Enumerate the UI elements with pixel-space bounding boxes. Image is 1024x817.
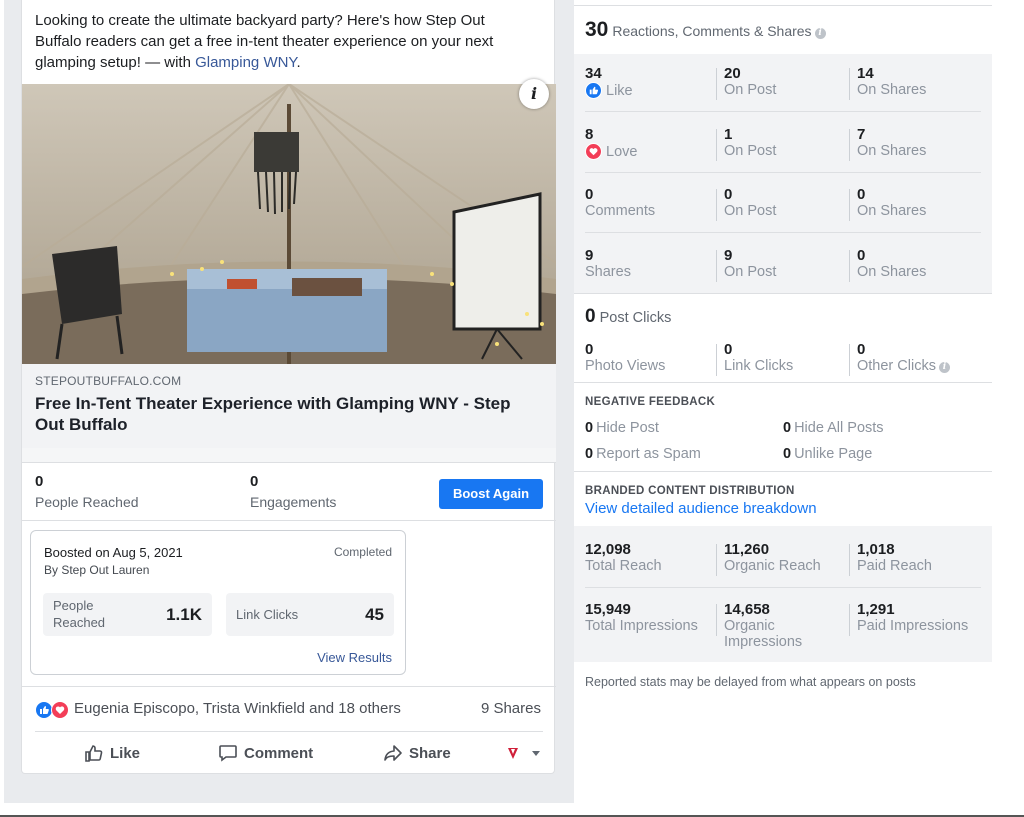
share-icon (384, 745, 402, 761)
reaction-stat: 9 On Post (724, 247, 777, 281)
divider (35, 731, 543, 732)
reaction-stat: 1 On Post (724, 126, 777, 160)
info-icon[interactable]: i (814, 28, 826, 39)
reaction-stat: 14 On Shares (857, 65, 927, 99)
column-separator (849, 250, 850, 282)
divider (574, 382, 992, 383)
engagements-metric: 0 Engagements (250, 473, 337, 510)
report-spam-stat: 0 Report as Spam (585, 446, 701, 462)
share-button[interactable]: Share (383, 742, 451, 764)
tent-photo (22, 84, 556, 364)
column-separator (716, 250, 717, 282)
info-icon[interactable]: i (519, 79, 549, 109)
love-icon (585, 143, 602, 160)
reactors-link[interactable]: Eugenia Episcopo, Trista Winkfield and 1… (74, 700, 401, 717)
hide-post-stat: 0 Hide Post (585, 420, 659, 436)
post-card: Looking to create the ultimate backyard … (21, 0, 556, 774)
reaction-stat: 20 On Post (724, 65, 777, 99)
divider (574, 5, 992, 6)
reaction-stat: 0 On Post (724, 186, 777, 220)
divider (22, 686, 556, 687)
reach-stat: 1,018 Paid Reach (857, 541, 932, 575)
reaction-stat: 0 On Shares (857, 247, 927, 281)
comment-icon (219, 745, 237, 762)
link-title[interactable]: Free In-Tent Theater Experience with Gla… (35, 393, 535, 435)
impressions-stat: 14,658 Organic Impressions (724, 601, 803, 651)
insights-header: 30 Reactions, Comments & Shares i (585, 18, 826, 42)
thumbs-up-icon (85, 745, 103, 762)
reaction-stat: 7 On Shares (857, 126, 927, 160)
love-reaction-icon[interactable] (51, 701, 69, 719)
view-results-link[interactable]: View Results (317, 650, 392, 665)
column-separator (849, 544, 850, 576)
reaction-stat: 34 Like (585, 65, 633, 99)
reach-stat: 11,260 Organic Reach (724, 541, 821, 575)
boost-again-button[interactable]: Boost Again (439, 479, 543, 509)
negative-feedback-heading: NEGATIVE FEEDBACK (585, 396, 716, 408)
column-separator (716, 344, 717, 376)
like-button[interactable]: Like (84, 742, 140, 764)
link-domain: STEPOUTBUFFALO.COM (35, 374, 182, 388)
column-separator (716, 604, 717, 636)
impressions-stat: 1,291 Paid Impressions (857, 601, 969, 635)
comment-button[interactable]: Comment (218, 742, 313, 764)
link-preview[interactable]: STEPOUTBUFFALO.COM Free In-Tent Theater … (22, 364, 556, 449)
divider (585, 232, 981, 233)
audience-breakdown-link[interactable]: View detailed audience breakdown (585, 500, 817, 517)
reaction-stat: 9 Shares (585, 247, 631, 281)
column-separator (716, 68, 717, 100)
column-separator (849, 68, 850, 100)
click-stat: 0 Photo Views (585, 341, 666, 375)
people-reached-metric: 0 People Reached (35, 473, 139, 510)
post-clicks-header: 0 Post Clicks (585, 306, 672, 327)
post-photo[interactable] (22, 84, 556, 364)
like-icon (585, 82, 602, 99)
reactions-breakdown (574, 54, 992, 293)
caret-down-icon (532, 751, 540, 756)
reaction-stat: 0 Comments (585, 186, 656, 220)
reaction-stat: 8 Love (585, 126, 638, 160)
impressions-stat: 15,949 Total Impressions (585, 601, 698, 635)
shares-count-link[interactable]: 9 Shares (481, 700, 541, 717)
divider (585, 587, 981, 588)
click-stat: 0 Other Clicks i (857, 342, 950, 374)
footnote: Reported stats may be delayed from what … (585, 675, 916, 689)
boost-author: By Step Out Lauren (44, 563, 150, 577)
column-separator (849, 189, 850, 221)
column-separator (849, 129, 850, 161)
reach-stat: 12,098 Total Reach (585, 541, 662, 575)
post-text: Looking to create the ultimate backyard … (35, 12, 494, 71)
unlike-page-stat: 0 Unlike Page (783, 446, 873, 462)
boost-link-clicks: Link Clicks 45 (226, 593, 394, 636)
boost-status: Completed (333, 545, 392, 559)
column-separator (849, 344, 850, 376)
column-separator (849, 604, 850, 636)
branded-content-heading: BRANDED CONTENT DISTRIBUTION (585, 485, 795, 497)
reaction-stat: 0 On Shares (857, 186, 927, 220)
info-icon[interactable]: i (938, 362, 950, 373)
post-as-dropdown[interactable] (506, 742, 548, 764)
divider (585, 111, 981, 112)
column-separator (716, 129, 717, 161)
tagged-page-link[interactable]: Glamping WNY (195, 54, 296, 71)
boost-date: Boosted on Aug 5, 2021 (44, 545, 183, 560)
boost-summary-card: Boosted on Aug 5, 2021 By Step Out Laure… (30, 530, 406, 675)
click-stat: 0 Link Clicks (724, 341, 794, 375)
divider (574, 471, 992, 472)
divider (574, 293, 992, 294)
boost-people-reached: People Reached 1.1K (43, 593, 212, 636)
divider (585, 172, 981, 173)
column-separator (716, 189, 717, 221)
page-avatar-icon (508, 748, 518, 759)
hide-all-posts-stat: 0 Hide All Posts (783, 420, 884, 436)
separator (22, 448, 556, 463)
divider (22, 520, 556, 521)
column-separator (716, 544, 717, 576)
